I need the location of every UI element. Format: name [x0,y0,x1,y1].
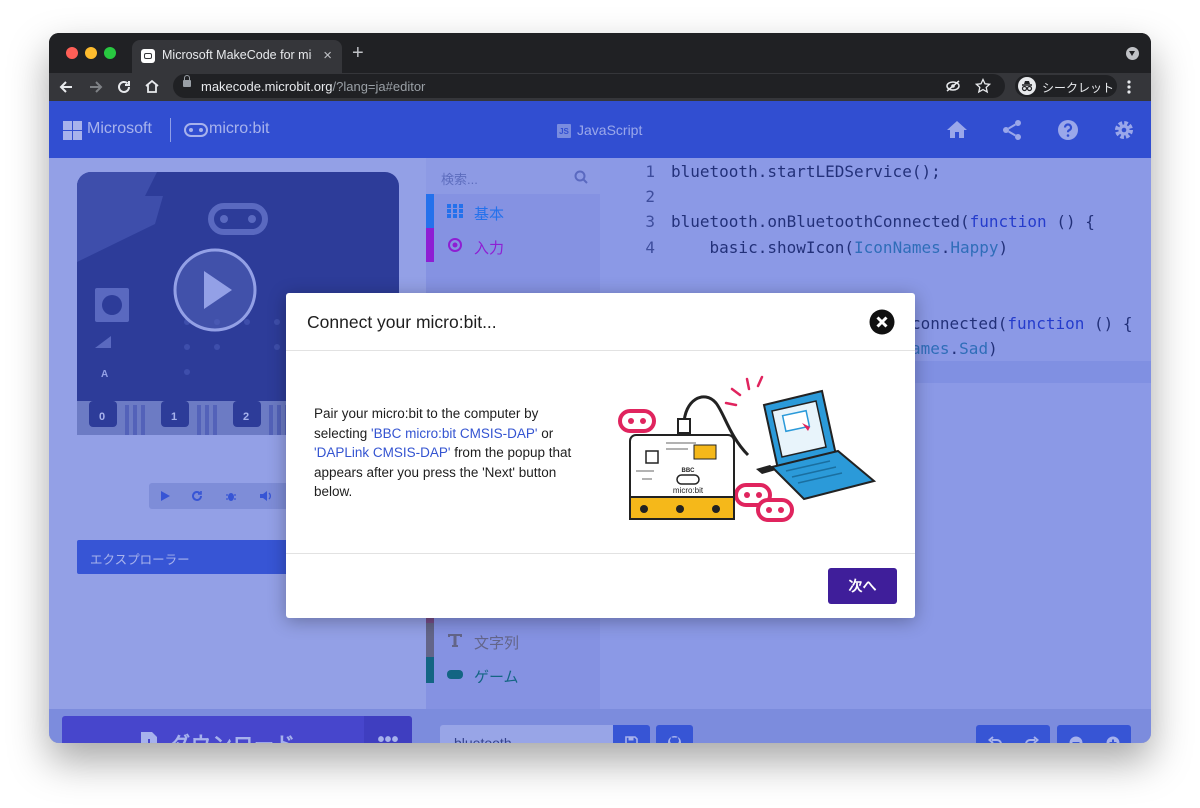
bookmark-star-icon[interactable] [975,78,991,94]
url-host: makecode.microbit.org [201,79,333,94]
forward-icon[interactable] [87,79,103,95]
lock-icon [183,75,191,87]
makecode-app: Microsoft micro:bit JS JavaScript 0 1 2 … [49,101,1151,743]
new-tab-button[interactable]: + [352,43,364,63]
browser-menu-icon[interactable] [1126,79,1132,95]
home-icon[interactable] [144,78,160,94]
address-bar-row: makecode.microbit.org/?lang=ja#editor シー… [49,73,1151,101]
tab-search-icon[interactable] [1126,47,1139,60]
tab-strip: Microsoft MakeCode for micro:bit × + [49,33,1151,73]
board-microbit-text: micro:bit [673,486,704,495]
microbit-laptop-illustration: BBC micro:bit [618,375,877,522]
dialog-footer-divider [286,553,915,554]
incognito-label: シークレット [1042,81,1115,95]
close-icon[interactable] [869,309,895,335]
back-icon[interactable] [59,79,75,95]
highlight-bbc-cmsis-dap: 'BBC micro:bit CMSIS-DAP' [371,425,538,441]
makecode-favicon-icon [141,49,155,63]
browser-tab[interactable]: Microsoft MakeCode for micro:bit × [132,40,342,73]
dialog-header-divider [286,350,915,351]
maximize-window-button[interactable] [104,47,116,59]
eye-slash-icon[interactable] [945,79,961,93]
tab-title: Microsoft MakeCode for micro:bit [162,48,312,62]
connect-microbit-dialog: Connect your micro:bit... Pair your micr… [286,293,915,618]
incognito-icon [1018,77,1036,95]
dialog-instructions: Pair your micro:bit to the computer by s… [314,406,572,499]
board-bbc-text: BBC [682,468,696,474]
url-field[interactable]: makecode.microbit.org/?lang=ja#editor [173,74,1005,98]
next-button[interactable]: 次へ [828,568,897,604]
url-path: /?lang=ja#editor [332,79,426,94]
minimize-window-button[interactable] [85,47,97,59]
close-window-button[interactable] [66,47,78,59]
dialog-title: Connect your micro:bit... [307,312,497,332]
highlight-daplink-cmsis-dap: 'DAPLink CMSIS-DAP' [314,445,451,460]
browser-window: Microsoft MakeCode for micro:bit × + mak… [49,33,1151,743]
reload-icon[interactable] [116,79,132,95]
tab-close-icon[interactable]: × [323,47,332,64]
incognito-profile-button[interactable]: シークレット [1015,75,1117,97]
